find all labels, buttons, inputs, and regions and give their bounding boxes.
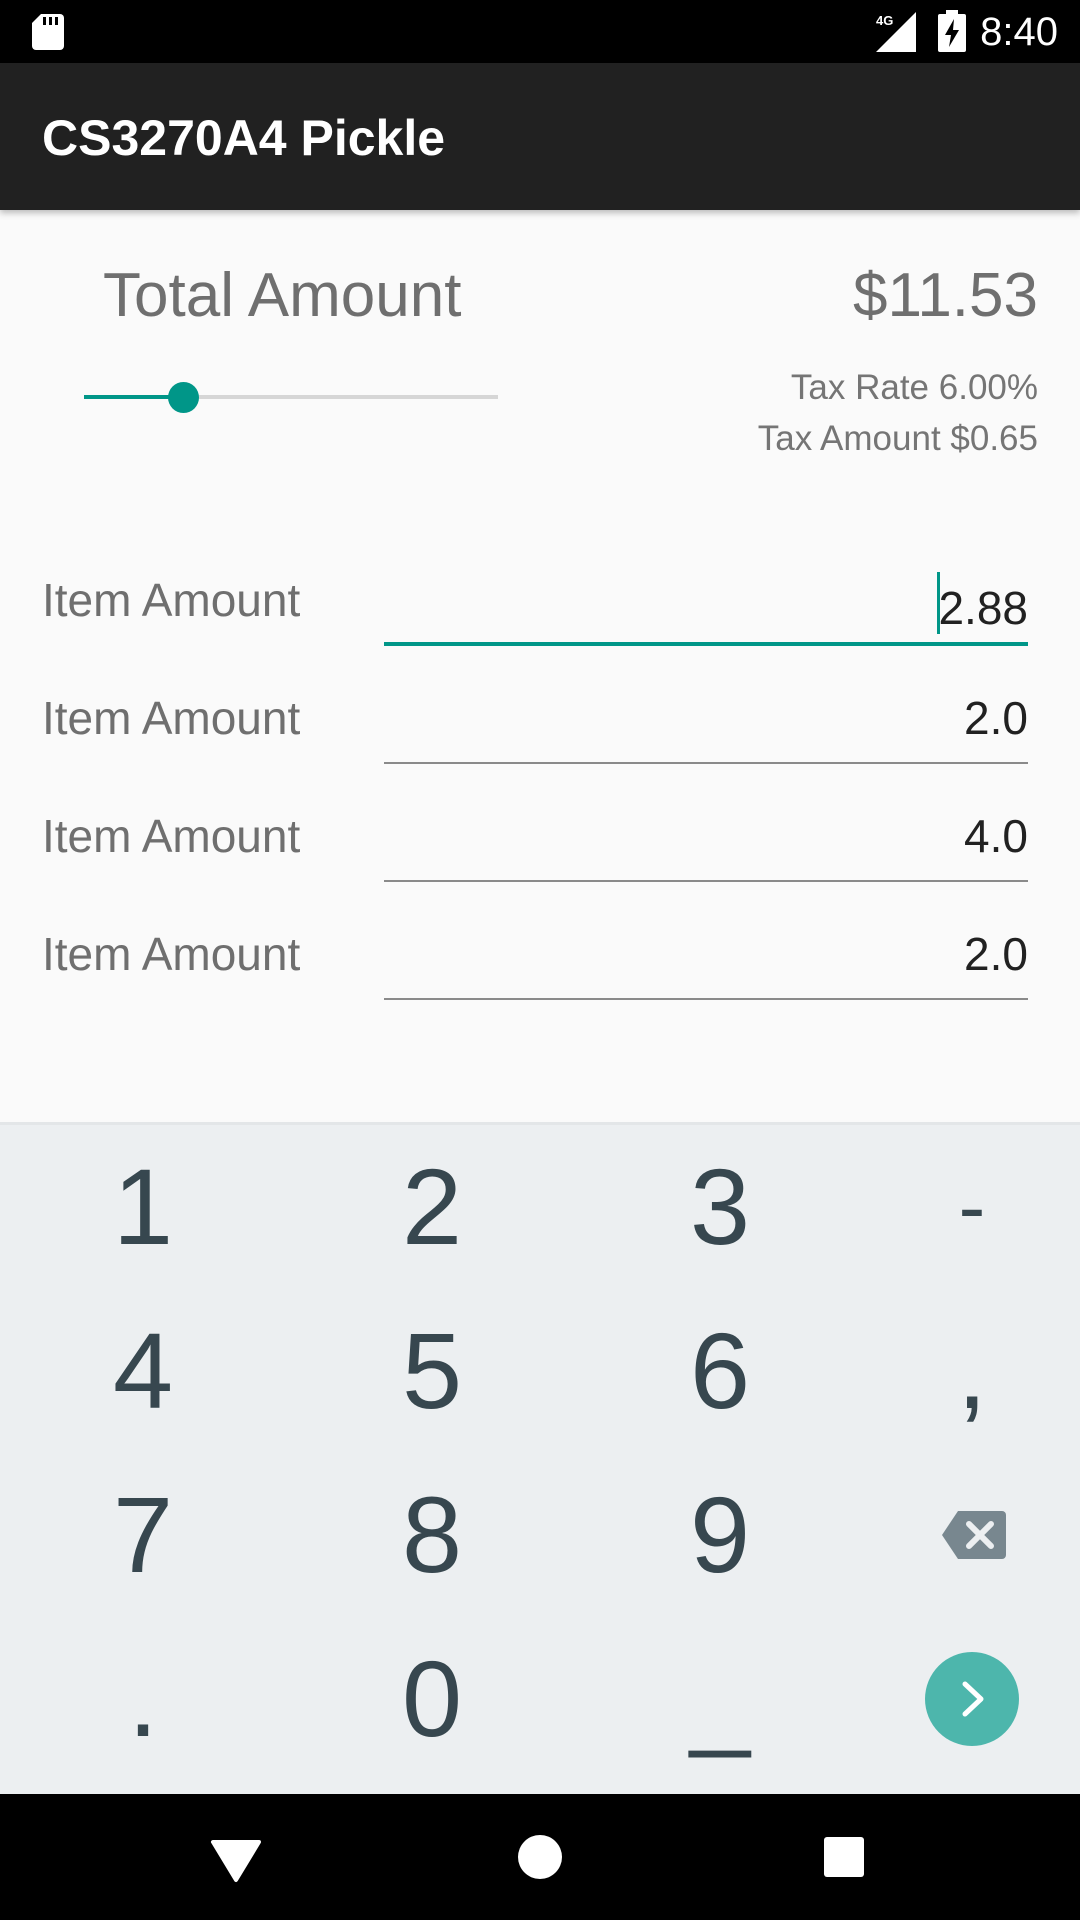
field-underline <box>384 998 1028 1000</box>
item-amount-label: Item Amount <box>42 810 301 862</box>
key-period[interactable]: . <box>8 1617 278 1781</box>
item-amount-label: Item Amount <box>42 574 301 626</box>
key-backspace[interactable] <box>837 1453 1080 1617</box>
navigation-bar <box>0 1794 1080 1920</box>
key-1[interactable]: 1 <box>8 1125 278 1289</box>
item-amount-value: 2.0 <box>964 928 1028 980</box>
status-bar: 4G 8:40 <box>0 0 1080 63</box>
item-row-3: Item Amount 4.0 <box>0 798 1080 898</box>
backspace-icon <box>942 1511 1006 1559</box>
status-time: 8:40 <box>980 10 1058 54</box>
total-amount-value: $11.53 <box>852 261 1038 330</box>
tax-amount-text: Tax Amount $0.65 <box>757 419 1038 458</box>
battery-charging-icon <box>938 10 966 52</box>
app-bar: CS3270A4 Pickle <box>0 63 1080 210</box>
key-2[interactable]: 2 <box>297 1125 567 1289</box>
key-comma[interactable]: , <box>837 1289 1080 1453</box>
sd-card-icon <box>32 14 64 50</box>
back-icon[interactable] <box>203 1824 269 1890</box>
key-6[interactable]: 6 <box>585 1289 855 1453</box>
key-go[interactable] <box>837 1617 1080 1781</box>
numeric-keyboard: 1 2 3 - 4 5 6 , 7 8 9 . 0 _ <box>0 1122 1080 1797</box>
key-0[interactable]: 0 <box>297 1617 567 1781</box>
item-row-4: Item Amount 2.0 <box>0 916 1080 1016</box>
key-9[interactable]: 9 <box>585 1453 855 1617</box>
item-row-2: Item Amount 2.0 <box>0 680 1080 780</box>
item-amount-field-1[interactable]: 2.88 <box>384 562 1028 646</box>
key-3[interactable]: 3 <box>585 1125 855 1289</box>
main-content: Total Amount $11.53 Tax Rate 6.00% Tax A… <box>0 210 1080 1122</box>
key-space[interactable]: _ <box>585 1617 855 1781</box>
item-amount-value: 4.0 <box>964 810 1028 862</box>
key-4[interactable]: 4 <box>8 1289 278 1453</box>
tax-rate-text: Tax Rate 6.00% <box>790 368 1038 407</box>
item-amount-label: Item Amount <box>42 928 301 980</box>
recents-icon[interactable] <box>811 1824 877 1890</box>
go-button[interactable] <box>925 1652 1019 1746</box>
key-5[interactable]: 5 <box>297 1289 567 1453</box>
key-7[interactable]: 7 <box>8 1453 278 1617</box>
item-amount-field-2[interactable]: 2.0 <box>384 680 1028 764</box>
item-row-1: Item Amount 2.88 <box>0 562 1080 662</box>
item-amount-label: Item Amount <box>42 692 301 744</box>
item-amount-value: 2.0 <box>964 692 1028 744</box>
field-underline <box>384 642 1028 646</box>
field-underline <box>384 880 1028 882</box>
chevron-right-icon <box>962 1681 984 1717</box>
signal-icon: 4G <box>876 12 916 52</box>
key-minus[interactable]: - <box>837 1125 1080 1289</box>
tip-slider[interactable] <box>84 370 498 426</box>
item-amount-field-4[interactable]: 2.0 <box>384 916 1028 1000</box>
home-icon[interactable] <box>507 1824 573 1890</box>
key-8[interactable]: 8 <box>297 1453 567 1617</box>
field-underline <box>384 762 1028 764</box>
network-type-label: 4G <box>876 13 893 28</box>
slider-thumb[interactable] <box>168 382 199 413</box>
total-amount-label: Total Amount <box>103 261 462 330</box>
item-amount-value: 2.88 <box>937 572 1028 636</box>
app-title: CS3270A4 Pickle <box>42 110 446 166</box>
item-amount-field-3[interactable]: 4.0 <box>384 798 1028 882</box>
